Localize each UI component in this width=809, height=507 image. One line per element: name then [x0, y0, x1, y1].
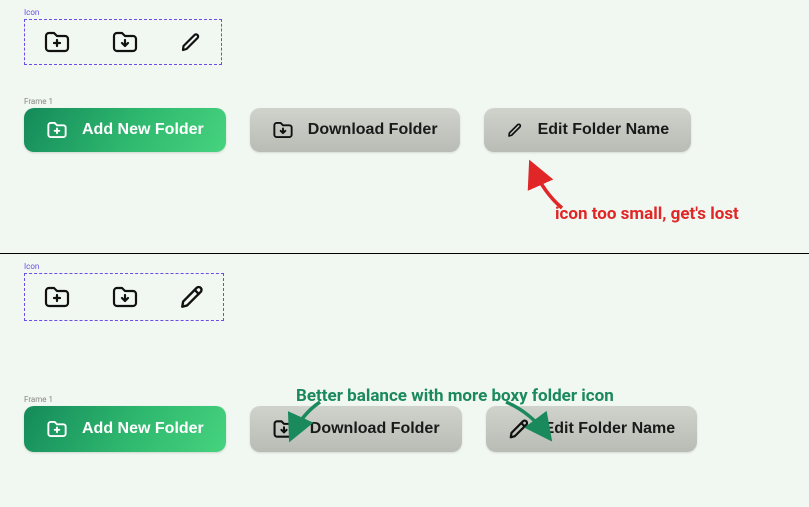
- annotation-red: icon too small, get's lost: [555, 204, 739, 224]
- pencil-icon: [179, 30, 203, 54]
- folder-plus-icon: [46, 419, 68, 439]
- figma-frame-label: Frame 1: [24, 97, 785, 106]
- figma-icon-group-label: Icon: [24, 262, 785, 271]
- button-label: Add New Folder: [82, 121, 204, 139]
- folder-download-icon: [272, 418, 296, 440]
- edit-folder-button[interactable]: Edit Folder Name: [486, 406, 698, 452]
- pencil-boxy-icon: [179, 284, 205, 310]
- folder-download-icon: [272, 120, 294, 140]
- button-label: Edit Folder Name: [544, 420, 676, 438]
- annotation-green: Better balance with more boxy folder ico…: [296, 386, 614, 406]
- folder-download-icon: [111, 30, 139, 54]
- button-label: Download Folder: [308, 121, 438, 139]
- add-folder-button[interactable]: Add New Folder: [24, 406, 226, 452]
- folder-plus-icon: [43, 30, 71, 54]
- pencil-boxy-icon: [508, 418, 530, 440]
- add-folder-button[interactable]: Add New Folder: [24, 108, 226, 152]
- example-after: Icon Better balance with more boxy folde…: [0, 254, 809, 507]
- figma-icon-group-label: Icon: [24, 8, 785, 17]
- pencil-icon: [506, 121, 524, 139]
- download-folder-button[interactable]: Download Folder: [250, 406, 462, 452]
- button-label: Add New Folder: [82, 420, 204, 438]
- button-row-after: Add New Folder Download Folder Edit Fold…: [24, 406, 785, 452]
- button-label: Edit Folder Name: [538, 121, 670, 139]
- edit-folder-button[interactable]: Edit Folder Name: [484, 108, 692, 152]
- example-before: Icon Frame 1: [0, 0, 809, 253]
- icon-group-selection: [24, 273, 224, 321]
- download-folder-button[interactable]: Download Folder: [250, 108, 460, 152]
- folder-download-icon: [111, 285, 139, 309]
- folder-plus-icon: [46, 120, 68, 140]
- folder-plus-icon: [43, 285, 71, 309]
- icon-group-selection: [24, 19, 222, 65]
- button-label: Download Folder: [310, 420, 440, 438]
- button-row-before: Add New Folder Download Folder Edit Fold…: [24, 108, 785, 152]
